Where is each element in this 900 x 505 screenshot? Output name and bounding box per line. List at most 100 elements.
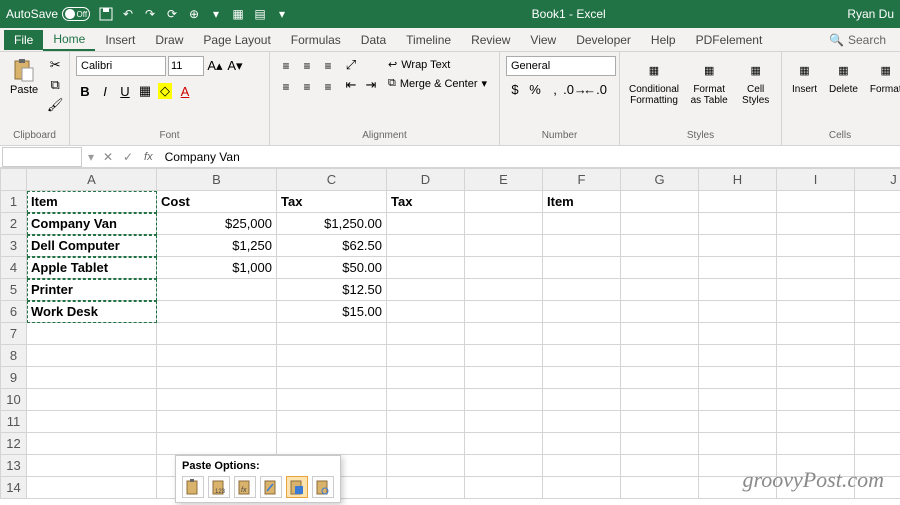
decrease-decimal-icon[interactable]: ←.0 — [586, 80, 604, 98]
paste-option-transpose[interactable] — [260, 476, 282, 498]
cell-G6[interactable] — [621, 301, 699, 323]
row-header-7[interactable]: 7 — [1, 323, 27, 345]
cut-icon[interactable]: ✂ — [46, 56, 64, 74]
save-icon[interactable] — [98, 6, 114, 22]
tab-view[interactable]: View — [520, 30, 566, 50]
cell[interactable] — [543, 411, 621, 433]
tab-file[interactable]: File — [4, 30, 43, 50]
row-header-13[interactable]: 13 — [1, 455, 27, 477]
cell-C5[interactable]: $12.50 — [277, 279, 387, 301]
qat-dropdown-icon[interactable]: ▾ — [274, 6, 290, 22]
cell-D6[interactable] — [387, 301, 465, 323]
cell[interactable] — [699, 345, 777, 367]
cell-E5[interactable] — [465, 279, 543, 301]
currency-icon[interactable]: $ — [506, 80, 524, 98]
cell[interactable] — [699, 323, 777, 345]
cell-I5[interactable] — [777, 279, 855, 301]
cell-J2[interactable] — [855, 213, 900, 235]
cell[interactable] — [777, 433, 855, 455]
cell-E3[interactable] — [465, 235, 543, 257]
cell[interactable] — [277, 367, 387, 389]
orientation-icon[interactable]: ⤢ — [342, 56, 360, 74]
paste-button[interactable]: Paste — [6, 56, 42, 98]
merge-center-button[interactable]: ⧉Merge & Center ▾ — [384, 75, 491, 92]
cell-C6[interactable]: $15.00 — [277, 301, 387, 323]
cell[interactable] — [855, 411, 900, 433]
cell-A3[interactable]: Dell Computer — [27, 235, 157, 257]
font-name-select[interactable] — [76, 56, 166, 76]
cell[interactable] — [621, 455, 699, 477]
cell[interactable] — [277, 345, 387, 367]
cell[interactable] — [543, 477, 621, 499]
cell-H5[interactable] — [699, 279, 777, 301]
cell-C1[interactable]: Tax — [277, 191, 387, 213]
cell-J6[interactable] — [855, 301, 900, 323]
row-header-5[interactable]: 5 — [1, 279, 27, 301]
paste-option-link[interactable] — [312, 476, 334, 498]
wrap-text-button[interactable]: ↩Wrap Text — [384, 56, 491, 73]
cell-E4[interactable] — [465, 257, 543, 279]
paste-option-paste[interactable] — [182, 476, 204, 498]
cell-D1[interactable]: Tax — [387, 191, 465, 213]
cell[interactable] — [465, 323, 543, 345]
formula-input[interactable]: Company Van — [159, 150, 900, 164]
cell-C2[interactable]: $1,250.00 — [277, 213, 387, 235]
cell-A6[interactable]: Work Desk — [27, 301, 157, 323]
cell[interactable] — [621, 345, 699, 367]
cell[interactable] — [777, 367, 855, 389]
tab-page-layout[interactable]: Page Layout — [193, 30, 280, 50]
cell[interactable] — [27, 345, 157, 367]
row-header-1[interactable]: 1 — [1, 191, 27, 213]
cell[interactable] — [543, 455, 621, 477]
bold-button[interactable]: B — [76, 82, 94, 100]
cell-B2[interactable]: $25,000 — [157, 213, 277, 235]
cell[interactable] — [777, 411, 855, 433]
cell-A1[interactable]: Item — [27, 191, 157, 213]
cell-G1[interactable] — [621, 191, 699, 213]
cell-I3[interactable] — [777, 235, 855, 257]
cell-B4[interactable]: $1,000 — [157, 257, 277, 279]
namebox-dropdown-icon[interactable]: ▾ — [84, 150, 98, 164]
cell-D4[interactable] — [387, 257, 465, 279]
cell-G2[interactable] — [621, 213, 699, 235]
cell[interactable] — [777, 345, 855, 367]
increase-decimal-icon[interactable]: .0→ — [566, 80, 584, 98]
font-color-icon[interactable]: A — [176, 82, 194, 100]
cell-F6[interactable] — [543, 301, 621, 323]
cell[interactable] — [855, 389, 900, 411]
cell[interactable] — [27, 411, 157, 433]
cell[interactable] — [465, 367, 543, 389]
cell-C3[interactable]: $62.50 — [277, 235, 387, 257]
col-header-A[interactable]: A — [27, 169, 157, 191]
col-header-C[interactable]: C — [277, 169, 387, 191]
cell-I4[interactable] — [777, 257, 855, 279]
cell-A5[interactable]: Printer — [27, 279, 157, 301]
conditional-formatting-button[interactable]: ▦ Conditional Formatting — [626, 56, 682, 108]
cancel-formula-icon[interactable]: ✕ — [98, 147, 118, 167]
cell[interactable] — [277, 389, 387, 411]
cell[interactable] — [157, 323, 277, 345]
format-painter-icon[interactable]: 🖌 — [46, 96, 64, 114]
tab-developer[interactable]: Developer — [566, 30, 641, 50]
cell-F5[interactable] — [543, 279, 621, 301]
row-header-6[interactable]: 6 — [1, 301, 27, 323]
cell-B3[interactable]: $1,250 — [157, 235, 277, 257]
increase-font-icon[interactable]: A▴ — [206, 57, 224, 75]
undo-icon[interactable]: ↶ — [120, 6, 136, 22]
cell[interactable] — [387, 389, 465, 411]
col-header-D[interactable]: D — [387, 169, 465, 191]
row-header-11[interactable]: 11 — [1, 411, 27, 433]
tab-pdfelement[interactable]: PDFelement — [686, 30, 773, 50]
cell[interactable] — [621, 477, 699, 499]
cell[interactable] — [543, 389, 621, 411]
cell-I1[interactable] — [777, 191, 855, 213]
redo-icon[interactable]: ↷ — [142, 6, 158, 22]
row-header-14[interactable]: 14 — [1, 477, 27, 499]
cell[interactable] — [621, 367, 699, 389]
cell[interactable] — [27, 323, 157, 345]
cell-H6[interactable] — [699, 301, 777, 323]
cell[interactable] — [777, 323, 855, 345]
cell-styles-button[interactable]: ▦ Cell Styles — [736, 56, 775, 108]
cell[interactable] — [543, 367, 621, 389]
cell[interactable] — [387, 345, 465, 367]
